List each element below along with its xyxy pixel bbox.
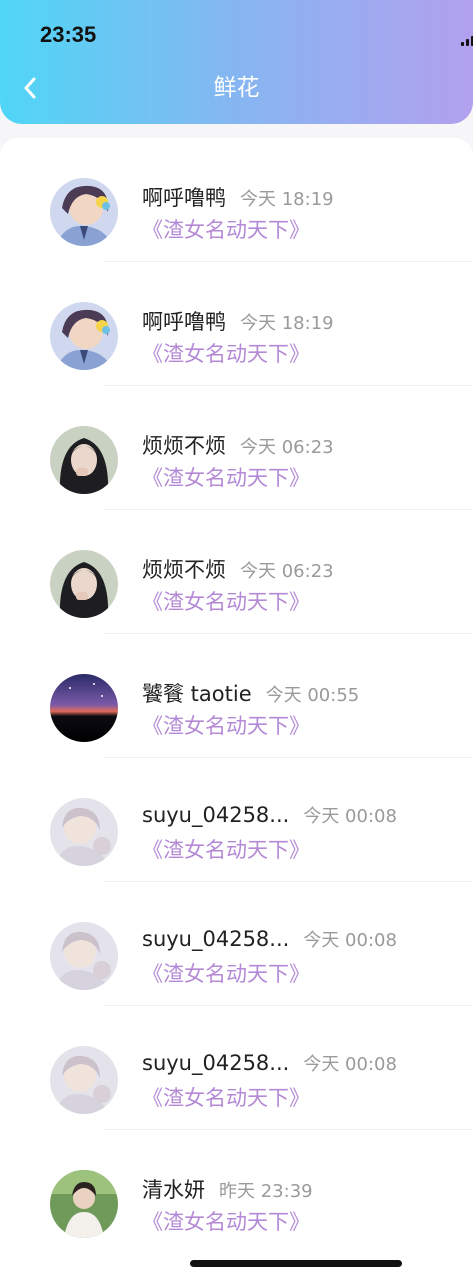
user-name: 啊呼噜鸭 今天 18:19 [142, 186, 334, 210]
work-title-link[interactable]: 《渣女名动天下》 [142, 586, 310, 616]
list-item[interactable]: 啊呼噜鸭 今天 18:19 《渣女名动天下》 [0, 262, 473, 386]
status-time: 23:35 [40, 22, 97, 47]
user-name: suyu_04258... 今天 00:08 [142, 1051, 397, 1075]
anime-boy-avatar-icon [50, 302, 118, 370]
timestamp: 今天 18:19 [240, 189, 334, 210]
list-item[interactable]: 啊呼噜鸭 今天 18:19 《渣女名动天下》 [0, 138, 473, 262]
avatar[interactable] [50, 1170, 118, 1238]
timestamp: 今天 00:08 [303, 1054, 397, 1075]
list-item[interactable]: 烦烦不烦 今天 06:23 《渣女名动天下》 [0, 510, 473, 634]
anime-boy-avatar-icon [50, 178, 118, 246]
avatar[interactable] [50, 922, 118, 990]
girl-photo-avatar-icon [50, 550, 118, 618]
timestamp: 今天 00:08 [303, 806, 397, 827]
user-name: 清水妍 昨天 23:39 [142, 1178, 313, 1202]
signal-icon [461, 36, 473, 46]
timestamp: 今天 06:23 [240, 561, 334, 582]
girl-photo-avatar-icon [50, 426, 118, 494]
avatar[interactable] [50, 426, 118, 494]
timestamp: 今天 06:23 [240, 437, 334, 458]
user-name: 烦烦不烦 今天 06:23 [142, 434, 334, 458]
work-title-link[interactable]: 《渣女名动天下》 [142, 958, 310, 988]
timestamp: 今天 00:55 [265, 685, 360, 706]
list-item[interactable]: 饕餮 taotie 今天 00:55 《渣女名动天下》 [0, 634, 473, 758]
work-title-link[interactable]: 《渣女名动天下》 [142, 338, 310, 368]
timestamp: 今天 00:08 [303, 930, 397, 951]
flower-record-list: 啊呼噜鸭 今天 18:19 《渣女名动天下》 啊呼噜鸭 今天 18:19 《渣女名动… [0, 138, 473, 1280]
faded-anime-avatar-icon [50, 798, 118, 866]
list-item[interactable]: suyu_04258... 今天 00:08 《渣女名动天下》 [0, 882, 473, 1006]
header-bar: 23:35 鲜花 [0, 0, 473, 124]
list-item[interactable]: suyu_04258... 今天 00:08 《渣女名动天下》 [0, 1006, 473, 1130]
boy-photo-avatar-icon [50, 1170, 118, 1238]
night-sky-avatar-icon [50, 674, 118, 742]
list-item[interactable]: 清水妍 昨天 23:39 《渣女名动天下》 [0, 1130, 473, 1254]
list-item[interactable]: 烦烦不烦 今天 06:23 《渣女名动天下》 [0, 386, 473, 510]
avatar[interactable] [50, 1046, 118, 1114]
work-title-link[interactable]: 《渣女名动天下》 [142, 834, 310, 864]
avatar[interactable] [50, 302, 118, 370]
page-title: 鲜花 [213, 75, 260, 101]
work-title-link[interactable]: 《渣女名动天下》 [142, 1206, 310, 1236]
faded-anime-avatar-icon [50, 1046, 118, 1114]
user-name: suyu_04258... 今天 00:08 [142, 803, 397, 827]
user-name: 饕餮 taotie 今天 00:55 [142, 682, 360, 706]
avatar[interactable] [50, 674, 118, 742]
timestamp: 今天 18:19 [240, 313, 334, 334]
work-title-link[interactable]: 《渣女名动天下》 [142, 214, 310, 244]
user-name: 烦烦不烦 今天 06:23 [142, 558, 334, 582]
faded-anime-avatar-icon [50, 922, 118, 990]
home-indicator [190, 1260, 402, 1267]
timestamp: 昨天 23:39 [219, 1181, 313, 1202]
work-title-link[interactable]: 《渣女名动天下》 [142, 462, 310, 492]
list-item[interactable]: suyu_04258... 今天 00:08 《渣女名动天下》 [0, 758, 473, 882]
user-name: suyu_04258... 今天 00:08 [142, 927, 397, 951]
user-name: 啊呼噜鸭 今天 18:19 [142, 310, 334, 334]
avatar[interactable] [50, 178, 118, 246]
avatar[interactable] [50, 550, 118, 618]
work-title-link[interactable]: 《渣女名动天下》 [142, 1082, 310, 1112]
avatar[interactable] [50, 798, 118, 866]
work-title-link[interactable]: 《渣女名动天下》 [142, 710, 310, 740]
